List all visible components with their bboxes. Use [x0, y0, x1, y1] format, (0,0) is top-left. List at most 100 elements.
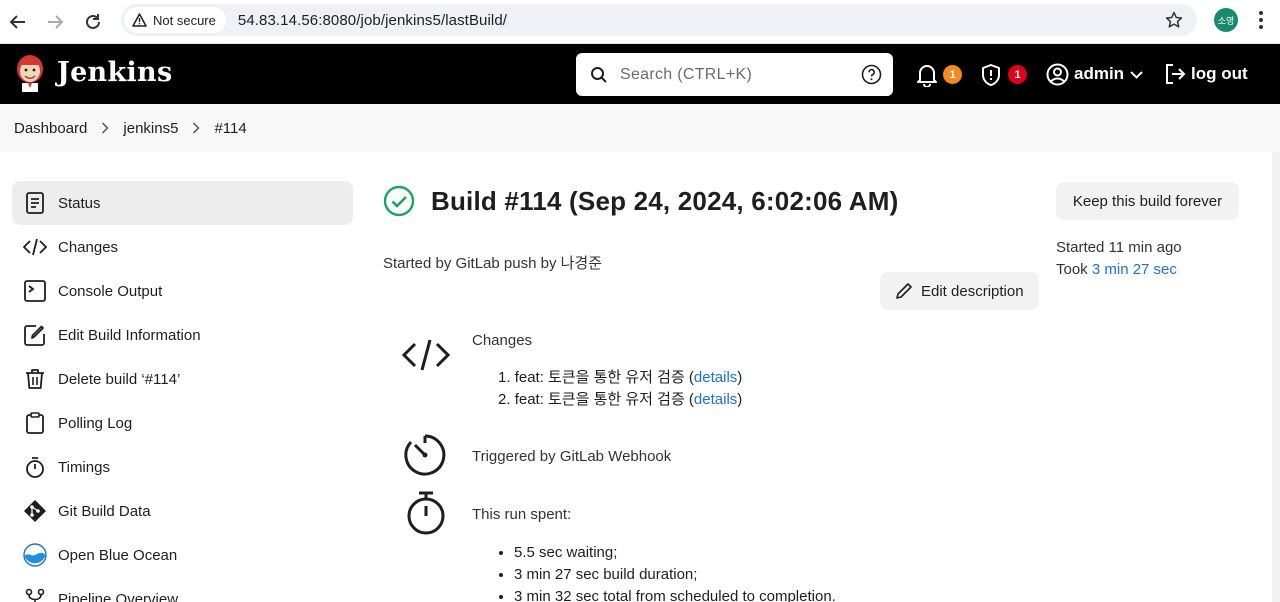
clipboard-icon	[23, 411, 47, 435]
changes-heading: Changes	[472, 332, 533, 349]
back-arrow-icon[interactable]	[6, 10, 30, 34]
logout-link[interactable]: log out	[1191, 64, 1248, 84]
page-title: Build #114 (Sep 24, 2024, 6:02:06 AM)	[431, 185, 899, 216]
address-bar[interactable]: Not secure 54.83.14.56:8080/job/jenkins5…	[121, 4, 1197, 36]
breadcrumb: Dashboard jenkins5 #114	[0, 104, 1280, 152]
jenkins-logo-icon[interactable]	[14, 53, 46, 93]
terminal-icon	[23, 279, 47, 303]
browser-toolbar: Not secure 54.83.14.56:8080/job/jenkins5…	[0, 0, 1280, 44]
jenkins-header: Jenkins Search (CTRL+K) admin log out	[0, 44, 1280, 104]
edit-description-button[interactable]: Edit description	[880, 272, 1039, 310]
sidebar-item-open-blue-ocean[interactable]: Open Blue Ocean	[12, 533, 353, 577]
run-spent-list: 5.5 sec waiting; 3 min 27 sec build dura…	[514, 542, 836, 602]
started-value: 11 min ago	[1108, 239, 1182, 256]
sidebar-item-git-build-data[interactable]: Git Build Data	[12, 489, 353, 533]
sidebar: Status Changes Console Output Edit Build…	[12, 181, 353, 602]
url-text[interactable]: 54.83.14.56:8080/job/jenkins5/lastBuild/	[238, 12, 507, 29]
chevron-right-icon	[101, 122, 109, 134]
chevron-right-icon	[192, 122, 200, 134]
blue-ocean-icon	[23, 543, 47, 567]
sidebar-item-label: Git Build Data	[58, 502, 151, 520]
bookmark-star-icon[interactable]	[1165, 11, 1183, 34]
pencil-icon	[896, 283, 912, 299]
sidebar-item-timings[interactable]: Timings	[12, 445, 353, 489]
changes-list: 1. feat: 토큰을 통한 유저 검증 (details) 2. feat:…	[498, 367, 742, 411]
stopwatch-icon	[23, 455, 47, 479]
bell-icon[interactable]	[916, 63, 938, 87]
sidebar-item-label: Delete build ‘#114’	[58, 370, 181, 388]
sidebar-item-label: Changes	[58, 238, 119, 256]
breadcrumb-dashboard[interactable]: Dashboard	[14, 120, 87, 137]
sidebar-item-console-output[interactable]: Console Output	[12, 269, 353, 313]
details-link[interactable]: details	[694, 369, 737, 386]
sidebar-item-pipeline-overview[interactable]: Pipeline Overview	[12, 577, 353, 602]
sidebar-item-label: Open Blue Ocean	[58, 546, 178, 564]
breadcrumb-build[interactable]: #114	[214, 120, 246, 137]
sidebar-item-delete-build[interactable]: Delete build ‘#114’	[12, 357, 353, 401]
warning-triangle-icon	[132, 13, 147, 27]
sidebar-item-label: Edit Build Information	[58, 326, 201, 344]
sidebar-item-status[interactable]: Status	[12, 181, 353, 225]
code-icon	[401, 339, 451, 371]
list-item: 5.5 sec waiting;	[514, 542, 836, 564]
pipeline-icon	[23, 587, 47, 602]
edit-note-icon	[23, 323, 47, 347]
list-item: 2. feat: 토큰을 통한 유저 검증 (details)	[498, 389, 742, 411]
keep-forever-button[interactable]: Keep this build forever	[1056, 182, 1239, 220]
stopwatch-icon	[407, 491, 445, 535]
took-duration-link[interactable]: 3 min 27 sec	[1092, 261, 1177, 278]
help-icon[interactable]	[861, 64, 882, 85]
sidebar-item-label: Polling Log	[58, 414, 133, 432]
change-message: feat: 토큰을 통한 유저 검증 (	[514, 369, 694, 386]
sidebar-item-edit-build-information[interactable]: Edit Build Information	[12, 313, 353, 357]
search-box[interactable]: Search (CTRL+K)	[576, 53, 893, 96]
security-badge: 1	[1008, 65, 1027, 84]
scrollbar[interactable]	[1272, 152, 1280, 602]
reload-icon[interactable]	[81, 10, 105, 34]
browser-menu-icon[interactable]	[1258, 10, 1264, 35]
shield-icon[interactable]	[980, 63, 1002, 87]
logout-icon[interactable]	[1164, 63, 1186, 85]
chevron-down-icon[interactable]	[1130, 71, 1143, 79]
trash-icon	[23, 367, 47, 391]
change-number: 1.	[498, 369, 511, 386]
edit-description-label: Edit description	[921, 282, 1024, 300]
success-check-icon	[383, 185, 415, 217]
close-paren: )	[737, 391, 743, 408]
sidebar-item-polling-log[interactable]: Polling Log	[12, 401, 353, 445]
brand-title[interactable]: Jenkins	[57, 57, 172, 88]
search-icon	[591, 66, 607, 83]
breadcrumb-job[interactable]: jenkins5	[123, 120, 178, 137]
close-paren: )	[737, 369, 743, 386]
user-icon[interactable]	[1046, 63, 1069, 86]
sidebar-item-changes[interactable]: Changes	[12, 225, 353, 269]
started-by-text: Started by GitLab push by 나경준	[383, 255, 603, 272]
sidebar-item-label: Timings	[58, 458, 110, 476]
run-spent-heading: This run spent:	[472, 506, 572, 523]
timer-icon	[404, 434, 446, 476]
list-item: 1. feat: 토큰을 통한 유저 검증 (details)	[498, 367, 742, 389]
user-menu[interactable]: admin	[1074, 64, 1124, 84]
details-link[interactable]: details	[694, 391, 737, 408]
sidebar-item-label: Pipeline Overview	[58, 590, 179, 602]
change-number: 2.	[498, 391, 511, 408]
started-label: Started	[1056, 239, 1105, 256]
git-icon	[23, 499, 47, 523]
trigger-text: Triggered by GitLab Webhook	[472, 448, 672, 465]
page-content: Status Changes Console Output Edit Build…	[0, 152, 1280, 602]
notifications-badge: 1	[943, 65, 962, 84]
took-label: Took	[1056, 261, 1088, 278]
forward-arrow-icon[interactable]	[43, 10, 67, 34]
document-icon	[23, 191, 47, 215]
sidebar-item-label: Console Output	[58, 282, 163, 300]
change-message: feat: 토큰을 통한 유저 검증 (	[514, 391, 694, 408]
search-placeholder: Search (CTRL+K)	[620, 65, 753, 83]
sidebar-item-label: Status	[58, 194, 101, 212]
took-row: Took 3 min 27 sec	[1056, 259, 1182, 281]
profile-avatar[interactable]: 소영	[1214, 8, 1238, 32]
security-label: Not secure	[153, 12, 216, 28]
code-icon	[23, 235, 47, 259]
security-indicator[interactable]: Not secure	[124, 7, 226, 33]
list-item: 3 min 27 sec build duration;	[514, 564, 836, 586]
build-timing-meta: Started 11 min ago Took 3 min 27 sec	[1056, 237, 1182, 281]
